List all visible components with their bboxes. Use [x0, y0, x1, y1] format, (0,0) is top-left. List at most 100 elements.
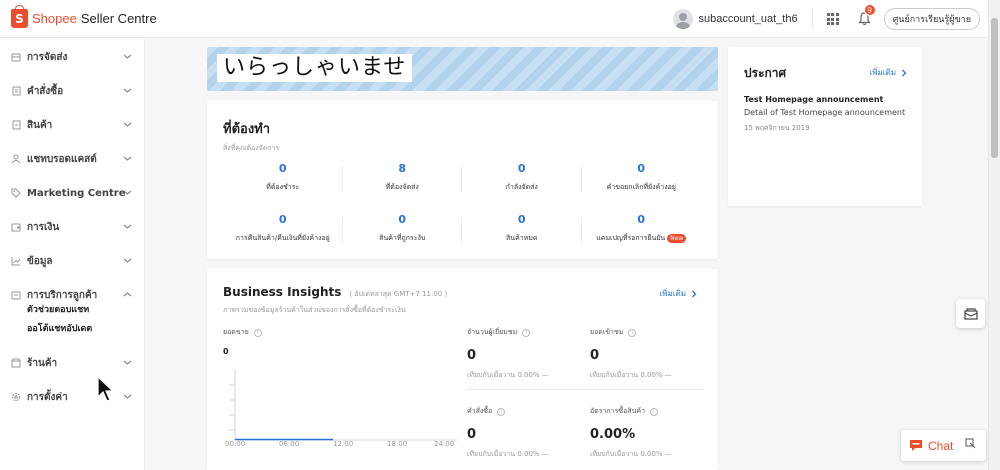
welcome-banner[interactable]: いらっしゃいませ [207, 47, 718, 91]
info-icon[interactable]: i [253, 328, 262, 337]
info-icon[interactable]: i [628, 328, 637, 337]
settings-icon [11, 392, 21, 402]
todo-label: ที่ต้องจัดส่ง [385, 183, 419, 191]
todo-item-returns[interactable]: 0 การคืนสินค้า/คืนเงินที่ยังค้างอยู่ [223, 213, 343, 249]
todo-card: ที่ต้องทำ สิ่งที่คุณต้องจัดการ 0 ที่ต้องช… [207, 101, 718, 259]
sales-label: ยอดขาย [223, 328, 249, 336]
chevron-down-icon[interactable] [123, 358, 132, 367]
avatar[interactable] [672, 9, 693, 29]
todo-item-to-ship[interactable]: 8 ที่ต้องจัดส่ง [343, 162, 463, 198]
username[interactable]: subaccount_uat_th6 [699, 13, 798, 25]
metric-label: อัตราการซื้อสินค้า [590, 407, 645, 415]
chevron-down-icon[interactable] [123, 222, 132, 231]
announcement-more-link[interactable]: เพิ่มเติม [870, 66, 908, 79]
x-tick-label: 24:00 [434, 440, 455, 448]
metric-compare: เทียบกับเมื่อวาน 0.00% — [467, 371, 549, 379]
chevron-down-icon[interactable] [123, 120, 132, 129]
todo-item-banned-products[interactable]: 0 สินค้าที่ถูกระงับ [343, 213, 463, 249]
metric-visitors[interactable]: จำนวนผู้เยี่ยมชม i 0 เทียบกับเมื่อวาน 0.0… [467, 327, 577, 381]
page-scrollbar[interactable] [988, 0, 1000, 470]
notification-bell-icon[interactable]: 9 [857, 4, 876, 26]
sidebar-item-settings[interactable]: การตั้งค่า [0, 380, 144, 414]
info-icon[interactable]: i [497, 407, 506, 416]
notification-badge: 9 [863, 4, 876, 16]
sidebar-item-label: การตั้งค่า [27, 391, 68, 403]
tag-icon [11, 188, 21, 198]
metric-label: จำนวนผู้เยี่ยมชม [467, 328, 518, 336]
todo-item-campaigns[interactable]: 0 แคมเปญที่รอการยืนยัน New [582, 213, 702, 249]
sidebar-item-shop[interactable]: ร้านค้า [0, 346, 144, 380]
x-tick-label: 12:00 [333, 440, 354, 448]
chevron-up-icon[interactable] [123, 290, 132, 299]
chevron-down-icon[interactable] [123, 188, 132, 197]
sidebar-item-finance[interactable]: การเงิน [0, 210, 144, 244]
sidebar-item-orders[interactable]: คำสั่งซื้อ [0, 74, 144, 108]
sidebar-item-shipping[interactable]: การจัดส่ง [0, 40, 144, 74]
chevron-down-icon[interactable] [123, 154, 132, 163]
shopee-logo[interactable]: S Shopee Seller Centre [11, 5, 157, 28]
todo-label: ที่ต้องชำระ [266, 183, 300, 191]
todo-label: สินค้าที่ถูกระงับ [379, 234, 426, 242]
chart-icon [11, 256, 21, 266]
sidebar-item-marketing[interactable]: Marketing Centre [0, 176, 144, 210]
scrollbar-thumb[interactable] [991, 18, 998, 158]
sidebar-item-customer-service[interactable]: การบริการลูกค้า [0, 278, 144, 312]
sidebar: การจัดส่ง คำสั่งซื้อ สินค้า แชทบรอดแคสต์… [0, 39, 145, 470]
todo-item-sold-out[interactable]: 0 สินค้าหมด [462, 213, 582, 249]
chat-button[interactable]: Chat [901, 430, 986, 461]
info-icon[interactable]: i [650, 407, 658, 416]
todo-count: 0 [637, 162, 646, 175]
todo-item-cancel-requests[interactable]: 0 คำขอยกเลิกที่ยังค้างอยู่ [582, 162, 702, 198]
brand-name: Shopee [32, 11, 77, 26]
chevron-down-icon[interactable] [123, 52, 132, 61]
info-icon[interactable]: i [522, 328, 531, 337]
sidebar-item-label: Marketing Centre [27, 187, 126, 199]
chevron-down-icon[interactable] [123, 86, 132, 95]
shopee-bag-icon: S [11, 5, 28, 28]
insights-more-link[interactable]: เพิ่มเติม [660, 287, 698, 300]
announcement-title: ประกาศ [744, 66, 787, 80]
metrics-divider [467, 389, 703, 390]
product-icon [11, 120, 21, 130]
metric-value: 0 [467, 348, 477, 363]
sidebar-subitem-auto-chat[interactable]: ออโต้แชทอัปเดต [0, 322, 144, 337]
metric-orders[interactable]: คำสั่งซื้อ i 0 เทียบกับเมื่อวาน 0.00% — [467, 406, 577, 460]
todo-item-to-pay[interactable]: 0 ที่ต้องชำระ [223, 162, 343, 198]
metric-value: 0 [467, 427, 477, 442]
metric-label: คำสั่งซื้อ [467, 407, 493, 415]
chat-broadcast-icon [11, 154, 21, 164]
todo-label: กำลังจัดส่ง [505, 183, 538, 191]
order-icon [11, 86, 21, 96]
sales-chart [229, 369, 457, 441]
minimize-icon[interactable] [965, 438, 976, 449]
message-float-button[interactable] [956, 299, 985, 328]
apps-grid-icon[interactable] [826, 13, 839, 25]
sidebar-item-data[interactable]: ข้อมูล [0, 244, 144, 278]
chat-bubble-icon [910, 440, 922, 451]
chevron-down-icon[interactable] [123, 392, 132, 401]
sales-label-row: ยอดขาย i [223, 327, 262, 338]
todo-item-shipping[interactable]: 0 กำลังจัดส่ง [462, 162, 582, 198]
metric-conversion-rate[interactable]: อัตราการซื้อสินค้า i 0.00% เทียบกับเมื่อว… [590, 406, 700, 460]
insights-title: Business Insights [223, 285, 342, 299]
todo-subtitle: สิ่งที่คุณต้องจัดการ [223, 144, 280, 152]
sidebar-item-products[interactable]: สินค้า [0, 108, 144, 142]
learning-center-button[interactable]: ศูนย์การเรียนรู้ผู้ขาย [883, 8, 980, 30]
announcement-item-detail: Detail of Test Homepage announcement [744, 108, 906, 117]
sidebar-item-chat-broadcast[interactable]: แชทบรอดแคสต์ [0, 142, 144, 176]
sidebar-item-label: แชทบรอดแคสต์ [27, 153, 97, 165]
todo-label: สินค้าหมด [506, 234, 538, 242]
todo-title: ที่ต้องทำ [223, 122, 271, 137]
todo-label: แคมเปญที่รอการยืนยัน [596, 234, 666, 242]
shipping-icon [11, 52, 21, 62]
todo-count: 0 [398, 213, 407, 226]
sidebar-item-label: การเงิน [27, 221, 60, 233]
metric-page-views[interactable]: ยอดเข้าชม i 0 เทียบกับเมื่อวาน 0.00% — [590, 327, 700, 381]
sidebar-item-label: ข้อมูล [27, 255, 53, 267]
announcement-item-title[interactable]: Test Homepage announcement [744, 95, 914, 104]
insights-updated: ( อัปเดทล่าสุด GMT+7 11:00 ) [349, 290, 448, 298]
chat-label: Chat [928, 438, 954, 453]
sidebar-item-label: การจัดส่ง [27, 51, 68, 63]
metric-compare: เทียบกับเมื่อวาน 0.00% — [590, 450, 672, 458]
chevron-down-icon[interactable] [123, 256, 132, 265]
